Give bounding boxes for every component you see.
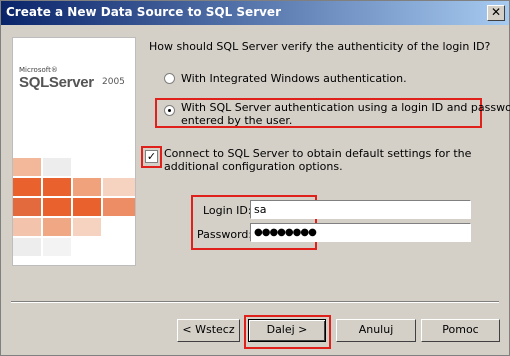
tile xyxy=(103,178,135,196)
radio-sql-auth[interactable] xyxy=(164,105,175,116)
dialog-window: Create a New Data Source to SQL Server ✕… xyxy=(0,0,510,356)
tile xyxy=(43,158,71,176)
back-button[interactable]: < Wstecz xyxy=(177,319,240,342)
password-input[interactable]: ●●●●●●●● xyxy=(250,223,471,242)
tile xyxy=(13,178,41,196)
tile xyxy=(43,198,71,216)
tile xyxy=(73,178,101,196)
close-button[interactable]: ✕ xyxy=(487,5,505,21)
logo-product: SQLServer xyxy=(19,74,94,91)
tile xyxy=(43,238,71,256)
tile xyxy=(13,238,41,256)
tile xyxy=(43,218,71,236)
tile xyxy=(43,178,71,196)
tile xyxy=(73,198,101,216)
tile xyxy=(73,218,101,236)
auth-question: How should SQL Server verify the authent… xyxy=(149,40,491,53)
tile xyxy=(13,218,41,236)
connect-checkbox-label-line1[interactable]: Connect to SQL Server to obtain default … xyxy=(164,147,471,160)
button-separator xyxy=(11,301,499,303)
logo-version: 2005 xyxy=(102,77,125,87)
logo-microsoft: Microsoft® xyxy=(19,66,58,74)
radio-windows-auth[interactable] xyxy=(164,73,175,84)
radio-sql-auth-label-line2[interactable]: entered by the user. xyxy=(181,114,292,127)
sql-server-banner: Microsoft® SQLServer 2005 xyxy=(12,37,136,266)
cancel-button[interactable]: Anuluj xyxy=(336,319,416,342)
connect-checkbox[interactable]: ✓ xyxy=(145,150,158,163)
login-id-label: Login ID: xyxy=(203,204,252,217)
password-label: Password: xyxy=(197,228,253,241)
login-id-input[interactable]: sa xyxy=(250,200,471,219)
help-button[interactable]: Pomoc xyxy=(421,319,500,342)
tile xyxy=(103,198,135,216)
window-title: Create a New Data Source to SQL Server xyxy=(6,5,281,19)
connect-checkbox-label-line2[interactable]: additional configuration options. xyxy=(164,160,343,173)
radio-sql-auth-label-line1[interactable]: With SQL Server authentication using a l… xyxy=(181,101,510,114)
title-bar: Create a New Data Source to SQL Server ✕ xyxy=(1,1,509,25)
radio-windows-auth-label[interactable]: With Integrated Windows authentication. xyxy=(181,72,407,85)
next-button[interactable]: Dalej > xyxy=(248,319,326,342)
tile xyxy=(13,198,41,216)
tile xyxy=(13,158,41,176)
